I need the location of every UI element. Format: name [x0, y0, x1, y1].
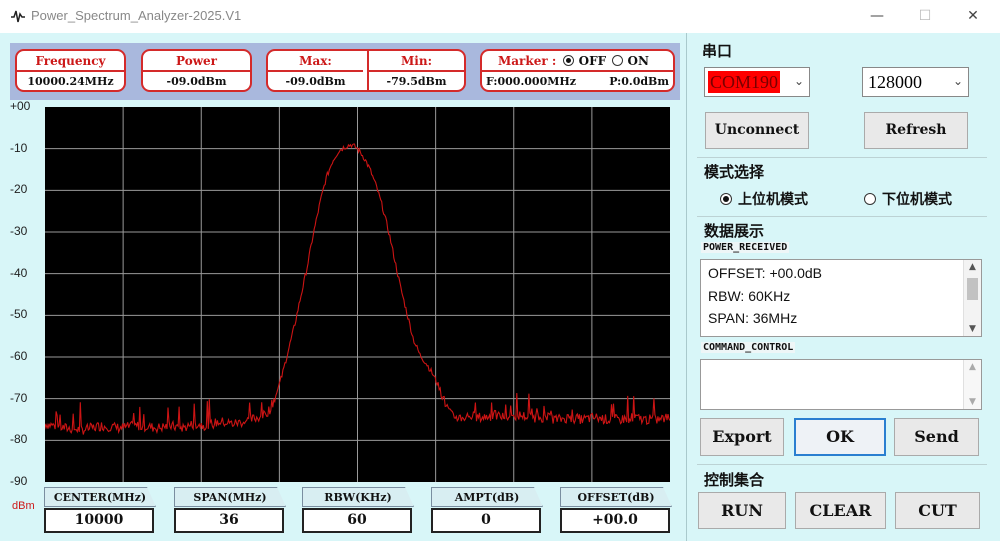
frequency-value: 10000.24MHz — [27, 75, 114, 88]
section-divider — [697, 216, 987, 217]
received-line: OFFSET: +00.0dB — [708, 265, 822, 281]
max-value: -09.0dBm — [285, 75, 346, 88]
param-label: AMPT(dB) — [431, 487, 543, 507]
section-divider — [697, 464, 987, 465]
radio-unselected-icon — [864, 193, 876, 205]
param-label: RBW(KHz) — [302, 487, 414, 507]
min-label: Min: — [369, 51, 464, 72]
power-value: -09.0dBm — [166, 75, 227, 88]
scroll-down-icon[interactable]: ▼ — [964, 397, 981, 407]
lower-mode-radio[interactable]: 下位机模式 — [864, 189, 952, 209]
chevron-down-icon: ⌄ — [793, 74, 804, 88]
param-center: CENTER(MHz) 10000 — [44, 487, 156, 533]
close-button[interactable]: ✕ — [958, 6, 988, 26]
cut-button[interactable]: CUT — [895, 492, 980, 529]
y-tick-label: -20 — [10, 182, 28, 197]
max-label: Max: — [268, 51, 363, 72]
lower-mode-label: 下位机模式 — [882, 192, 952, 208]
param-rbw: RBW(KHz) 60 — [302, 487, 414, 533]
maximize-button[interactable]: ☐ — [910, 6, 940, 26]
command-input[interactable]: ▲ ▼ — [700, 359, 982, 410]
command-scrollbar[interactable]: ▲ ▼ — [963, 360, 981, 409]
spectrum-plot — [45, 107, 670, 482]
received-lines: OFFSET: +00.0dB RBW: 60KHz SPAN: 36MHz — [701, 260, 981, 330]
max-min-box: Max: Min: -09.0dBm -79.5dBm — [266, 49, 466, 92]
info-strip: Frequency 10000.24MHz Power -09.0dBm Max… — [10, 43, 680, 100]
upper-mode-label: 上位机模式 — [738, 192, 808, 208]
y-tick-label: -10 — [10, 140, 28, 155]
send-button[interactable]: Send — [894, 418, 979, 456]
marker-label: Marker : — [498, 54, 557, 68]
export-button[interactable]: Export — [700, 418, 784, 456]
unconnect-button[interactable]: Unconnect — [705, 112, 809, 149]
param-value[interactable]: +00.0 — [560, 508, 670, 533]
param-value[interactable]: 60 — [302, 508, 412, 533]
scroll-up-icon[interactable]: ▲ — [964, 362, 981, 372]
power-received-label: POWER_RECEIVED — [701, 242, 790, 253]
baud-select[interactable]: 128000 ⌄ — [862, 67, 969, 97]
frequency-box: Frequency 10000.24MHz — [15, 49, 126, 92]
marker-box: Marker : OFF ON F:000.000MHz P:0.0dBm — [480, 49, 675, 92]
window-title: Power_Spectrum_Analyzer-2025.V1 — [31, 8, 242, 23]
frequency-label: Frequency — [17, 51, 124, 72]
scroll-down-icon[interactable]: ▼ — [964, 324, 981, 334]
baud-value: 128000 — [868, 72, 922, 92]
run-button[interactable]: RUN — [698, 492, 786, 529]
received-line: RBW: 60KHz — [708, 287, 791, 304]
port-select[interactable]: COM190 ⌄ — [704, 67, 810, 97]
marker-power: P:0.0dBm — [609, 75, 669, 88]
received-textbox[interactable]: OFFSET: +00.0dB RBW: 60KHz SPAN: 36MHz ▲… — [700, 259, 982, 337]
y-unit-label: dBm — [12, 500, 35, 512]
minimize-button[interactable]: — — [862, 6, 892, 26]
scroll-up-icon[interactable]: ▲ — [964, 262, 981, 272]
title-bar: Power_Spectrum_Analyzer-2025.V1 — ☐ ✕ — [0, 0, 1000, 33]
param-ampt: AMPT(dB) 0 — [431, 487, 543, 533]
marker-on-label: ON — [627, 54, 649, 68]
chevron-down-icon: ⌄ — [952, 74, 963, 88]
received-scrollbar[interactable]: ▲ ▼ — [963, 260, 981, 336]
y-tick-label: -90 — [10, 474, 28, 488]
section-divider — [697, 157, 987, 158]
min-value: -79.5dBm — [386, 75, 447, 88]
y-tick-label: -40 — [10, 265, 28, 280]
scroll-thumb[interactable] — [967, 278, 978, 300]
param-label: CENTER(MHz) — [44, 487, 156, 507]
radio-selected-icon — [720, 193, 732, 205]
param-label: OFFSET(dB) — [560, 487, 672, 507]
clear-button[interactable]: CLEAR — [795, 492, 886, 529]
param-offset: OFFSET(dB) +00.0 — [560, 487, 672, 533]
param-value[interactable]: 36 — [174, 508, 284, 533]
refresh-button[interactable]: Refresh — [864, 112, 968, 149]
ok-button[interactable]: OK — [794, 418, 886, 456]
serial-section-title: 串口 — [702, 42, 733, 60]
marker-freq: F:000.000MHz — [486, 75, 577, 88]
param-value[interactable]: 10000 — [44, 508, 154, 533]
y-tick-label: +00 — [10, 99, 31, 113]
power-box: Power -09.0dBm — [141, 49, 252, 92]
y-tick-label: -70 — [10, 390, 28, 405]
marker-off-radio[interactable]: OFF — [563, 54, 610, 68]
command-control-label: COMMAND_CONTROL — [701, 342, 796, 353]
y-tick-label: -80 — [10, 432, 28, 447]
port-value: COM190 — [708, 71, 781, 93]
control-section-title: 控制集合 — [704, 471, 765, 489]
y-tick-label: -50 — [10, 307, 28, 322]
marker-on-radio[interactable]: ON — [612, 54, 649, 68]
app-icon — [11, 10, 25, 23]
param-value[interactable]: 0 — [431, 508, 541, 533]
power-label: Power — [143, 51, 250, 72]
mode-section-title: 模式选择 — [704, 163, 765, 181]
marker-off-label: OFF — [578, 54, 607, 68]
received-line: SPAN: 36MHz — [708, 310, 798, 326]
param-label: SPAN(MHz) — [174, 487, 286, 507]
marker-header: Marker : OFF ON — [482, 51, 673, 72]
data-section-title: 数据展示 — [704, 222, 765, 240]
y-tick-label: -60 — [10, 349, 28, 363]
param-span: SPAN(MHz) 36 — [174, 487, 286, 533]
upper-mode-radio[interactable]: 上位机模式 — [720, 189, 808, 209]
y-tick-label: -30 — [10, 224, 28, 238]
